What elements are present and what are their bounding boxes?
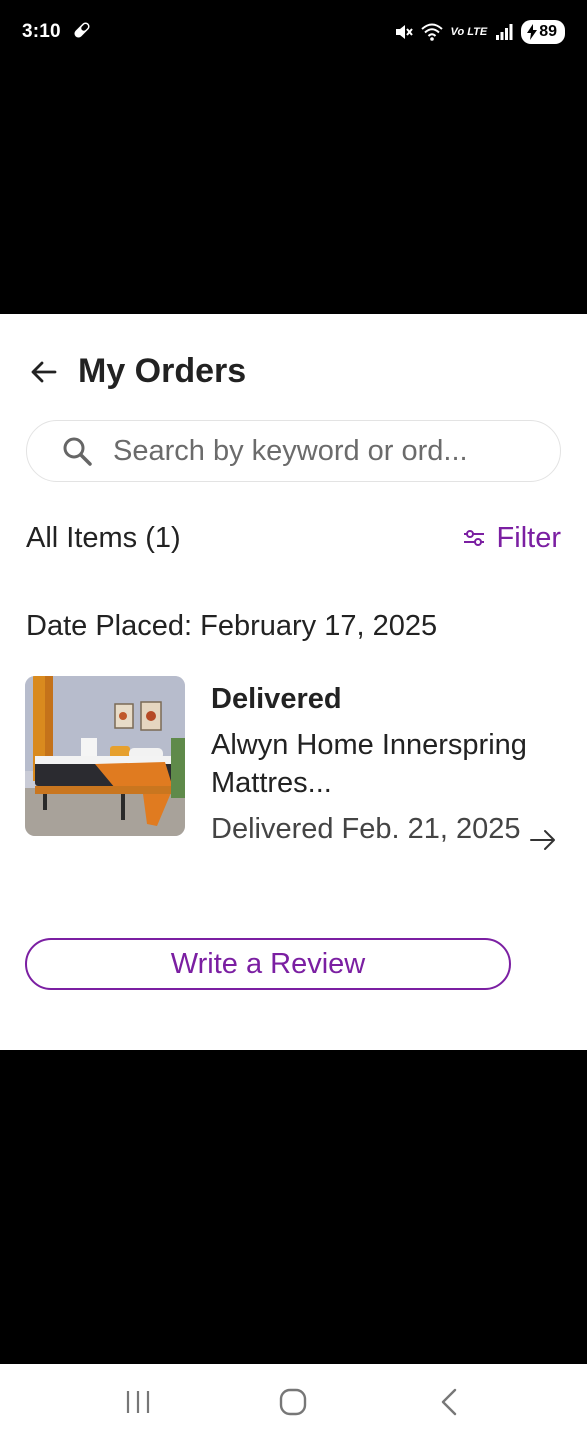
search-icon bbox=[61, 435, 93, 467]
page-title: My Orders bbox=[78, 352, 247, 390]
screen: 3:10 Vo LTE 89 My Orders Search by keywo… bbox=[0, 0, 587, 1440]
status-right: Vo LTE 89 bbox=[393, 20, 565, 44]
battery-icon: 89 bbox=[521, 20, 565, 44]
header: My Orders bbox=[28, 352, 246, 391]
order-info: Delivered Alwyn Home Innerspring Mattres… bbox=[211, 680, 531, 848]
status-left: 3:10 bbox=[22, 19, 93, 46]
search-bar[interactable] bbox=[26, 420, 561, 482]
navigation-bar bbox=[0, 1364, 587, 1440]
pill-icon bbox=[71, 19, 93, 46]
arrow-right-icon bbox=[530, 830, 555, 850]
date-placed: Date Placed: February 17, 2025 bbox=[26, 610, 438, 642]
home-button[interactable] bbox=[263, 1372, 323, 1432]
back-icon bbox=[441, 1388, 457, 1416]
product-image[interactable] bbox=[25, 676, 185, 836]
network-label: Vo LTE bbox=[450, 26, 488, 38]
items-bar: All Items (1) Filter bbox=[26, 518, 561, 558]
signal-icon bbox=[495, 23, 513, 41]
recents-button[interactable] bbox=[108, 1372, 168, 1432]
arrow-left-icon bbox=[31, 361, 57, 382]
order-status: Delivered bbox=[211, 683, 342, 715]
filter-label: Filter bbox=[496, 521, 561, 554]
mute-icon bbox=[393, 22, 413, 42]
order-item[interactable]: Delivered Alwyn Home Innerspring Mattres… bbox=[25, 676, 565, 890]
back-nav-button[interactable] bbox=[419, 1372, 479, 1432]
status-time: 3:10 bbox=[22, 21, 61, 42]
write-review-label: Write a Review bbox=[170, 947, 366, 980]
wifi-icon bbox=[420, 22, 443, 42]
recents-icon bbox=[126, 1391, 149, 1413]
battery-level: 89 bbox=[539, 23, 557, 40]
status-bar: 3:10 Vo LTE 89 bbox=[0, 0, 587, 64]
write-review-button[interactable]: Write a Review bbox=[25, 938, 511, 990]
search-input[interactable] bbox=[113, 434, 543, 468]
delivered-date: Delivered Feb. 21, 2025 bbox=[211, 813, 521, 845]
items-count-label: All Items (1) bbox=[26, 521, 181, 554]
product-name[interactable]: Alwyn Home Innerspring Mattres... bbox=[211, 726, 531, 802]
orders-sheet: My Orders All Items (1) Filter bbox=[0, 314, 587, 1050]
filter-button[interactable]: Filter bbox=[463, 522, 561, 555]
sliders-icon bbox=[463, 530, 484, 546]
order-details-button[interactable] bbox=[527, 824, 559, 856]
home-icon bbox=[280, 1388, 307, 1416]
back-button[interactable] bbox=[28, 354, 64, 390]
